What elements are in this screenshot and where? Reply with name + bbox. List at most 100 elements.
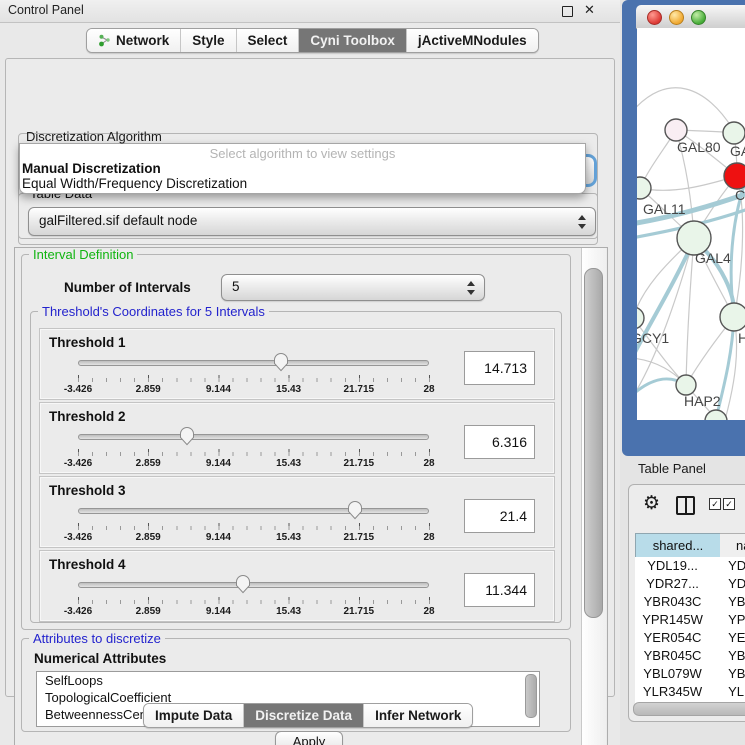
tab-select[interactable]: Select (236, 29, 299, 52)
threshold-1-value-field[interactable]: 14.713 (464, 351, 535, 385)
cell: YPR1 (710, 611, 745, 629)
popup-item-equal-width-frequency[interactable]: Equal Width/Frequency Discretization (22, 176, 247, 191)
network-canvas[interactable]: GAL80 GA C GAL11 GAL4 GCY1 H HAP2 (637, 28, 745, 420)
minimize-traffic-light[interactable] (669, 10, 684, 25)
threshold-3-value-field[interactable]: 21.4 (464, 499, 535, 533)
minor-ticks (78, 452, 430, 456)
threshold-3-box: Threshold 3 -3.426 2.859 9.144 (39, 476, 555, 548)
tab-network[interactable]: Network (87, 29, 180, 52)
threshold-3-slider: -3.426 2.859 9.144 15.43 21.715 28 (78, 499, 429, 545)
checkbox-icon[interactable]: ✓ (709, 498, 721, 510)
tab-jactivemnodules[interactable]: jActiveMNodules (406, 29, 538, 52)
tick-label: 15.43 (276, 384, 301, 395)
table-row[interactable]: YPR145W YPR1 (635, 611, 745, 629)
tick-label: -3.426 (64, 384, 92, 395)
network-icon (98, 34, 111, 47)
tab-cyni-toolbox[interactable]: Cyni Toolbox (298, 29, 406, 52)
network-window-titlebar[interactable] (636, 5, 745, 29)
list-item-selfloops[interactable]: SelfLoops (37, 672, 539, 689)
table-row[interactable]: YBL079W YBL0 (635, 665, 745, 683)
checkbox-icon[interactable]: ✓ (723, 498, 735, 510)
tick-label: 15.43 (276, 606, 301, 617)
apply-button[interactable]: Apply (275, 731, 343, 745)
table-row[interactable]: YDR27... YDR2 (635, 575, 745, 593)
threshold-2-slider: -3.426 2.859 9.144 15.43 21.715 28 (78, 425, 429, 471)
node-bottom[interactable] (705, 410, 727, 420)
list-scrollbar[interactable] (525, 674, 537, 718)
horizontal-scrollbar[interactable] (633, 702, 745, 716)
gear-icon[interactable]: ⚙ (643, 494, 660, 514)
tab-network-label: Network (116, 33, 169, 48)
float-window-icon[interactable] (562, 6, 573, 17)
cell: YPR145W (635, 611, 710, 629)
cell: YBL079W (635, 665, 710, 683)
node-gal80[interactable] (665, 119, 687, 141)
top-tab-bar: Network Style Select Cyni Toolbox jActiv… (86, 28, 539, 53)
table-data-combo[interactable]: galFiltered.sif default node (28, 207, 596, 236)
cell: YLR345W (635, 683, 710, 701)
column-header-shared-name[interactable]: shared... (635, 533, 721, 558)
popup-item-manual-discretization[interactable]: Manual Discretization (22, 161, 161, 176)
cell: YDR27... (635, 575, 710, 593)
node-gcy1[interactable] (637, 307, 644, 329)
threshold-1-box: Threshold 1 -3.426 2.859 9.144 (39, 328, 555, 400)
zoom-traffic-light[interactable] (691, 10, 706, 25)
slider-track[interactable] (78, 360, 429, 366)
node-right-mid[interactable] (720, 303, 745, 331)
close-traffic-light[interactable] (647, 10, 662, 25)
threshold-3-label: Threshold 3 (49, 483, 126, 498)
close-icon[interactable]: ✕ (584, 2, 595, 18)
tick-label: 21.715 (344, 606, 375, 617)
slider-thumb[interactable] (273, 352, 289, 372)
control-panel: Control Panel ✕ Network Style (0, 0, 620, 745)
stepper-arrows-icon (467, 280, 476, 296)
slider-track[interactable] (78, 582, 429, 588)
table-row[interactable]: YDL19... YDL1 (635, 557, 745, 575)
node-label-partial-low-right: H (738, 330, 745, 346)
tab-infer-network-label: Infer Network (375, 708, 461, 723)
numerical-attributes-label: Numerical Attributes (34, 651, 166, 666)
tick-label: 9.144 (206, 458, 231, 469)
screen: Control Panel ✕ Network Style (0, 0, 745, 745)
cell: YBR043C (635, 593, 710, 611)
control-panel-titlebar: Control Panel ✕ (0, 0, 620, 23)
threshold-4-slider: -3.426 2.859 9.144 15.43 21.715 28 (78, 573, 429, 619)
table-row[interactable]: YER054C YER0 (635, 629, 745, 647)
slider-track[interactable] (78, 434, 429, 440)
tick-label: 28 (423, 458, 434, 469)
slider-thumb[interactable] (347, 500, 363, 520)
column-header-name[interactable]: na (720, 533, 745, 558)
settings-scrollbar-thumb[interactable] (584, 268, 603, 618)
node-red-selected[interactable] (724, 163, 745, 189)
tick-label: -3.426 (64, 532, 92, 543)
table-row[interactable]: YLR345W YLR3 (635, 683, 745, 701)
tick-label: 2.859 (136, 606, 161, 617)
number-of-intervals-combo[interactable]: 5 (221, 274, 485, 301)
tick-label: 2.859 (136, 532, 161, 543)
tab-infer-network[interactable]: Infer Network (363, 704, 472, 727)
slider-track[interactable] (78, 508, 429, 514)
tab-impute-data[interactable]: Impute Data (144, 704, 243, 727)
tick-label: 15.43 (276, 458, 301, 469)
thresholds-group-title: Threshold's Coordinates for 5 Intervals (38, 304, 269, 319)
tab-discretize-data[interactable]: Discretize Data (243, 704, 363, 727)
node-top-right[interactable] (723, 122, 745, 144)
node-label-gal80: GAL80 (677, 139, 721, 155)
threshold-1-label: Threshold 1 (49, 335, 126, 350)
cell: YDL19... (635, 557, 710, 575)
popup-hint: Select algorithm to view settings (20, 146, 585, 161)
table-rows: YDL19... YDL1 YDR27... YDR2 YBR043C YBR0… (635, 557, 745, 705)
threshold-2-value-field[interactable]: 6.316 (464, 425, 535, 459)
node-label-gcy1: GCY1 (637, 330, 669, 346)
threshold-4-label: Threshold 4 (49, 557, 126, 572)
threshold-4-value-field[interactable]: 11.344 (464, 573, 535, 607)
slider-thumb[interactable] (235, 574, 251, 594)
table-row[interactable]: YBR045C YBR0 (635, 647, 745, 665)
slider-thumb[interactable] (179, 426, 195, 446)
tab-style[interactable]: Style (180, 29, 235, 52)
tick-label: 9.144 (206, 384, 231, 395)
node-hap2[interactable] (676, 375, 696, 395)
node-label-gal4: GAL4 (695, 250, 731, 266)
table-row[interactable]: YBR043C YBR0 (635, 593, 745, 611)
split-pane-icon[interactable] (676, 496, 695, 515)
